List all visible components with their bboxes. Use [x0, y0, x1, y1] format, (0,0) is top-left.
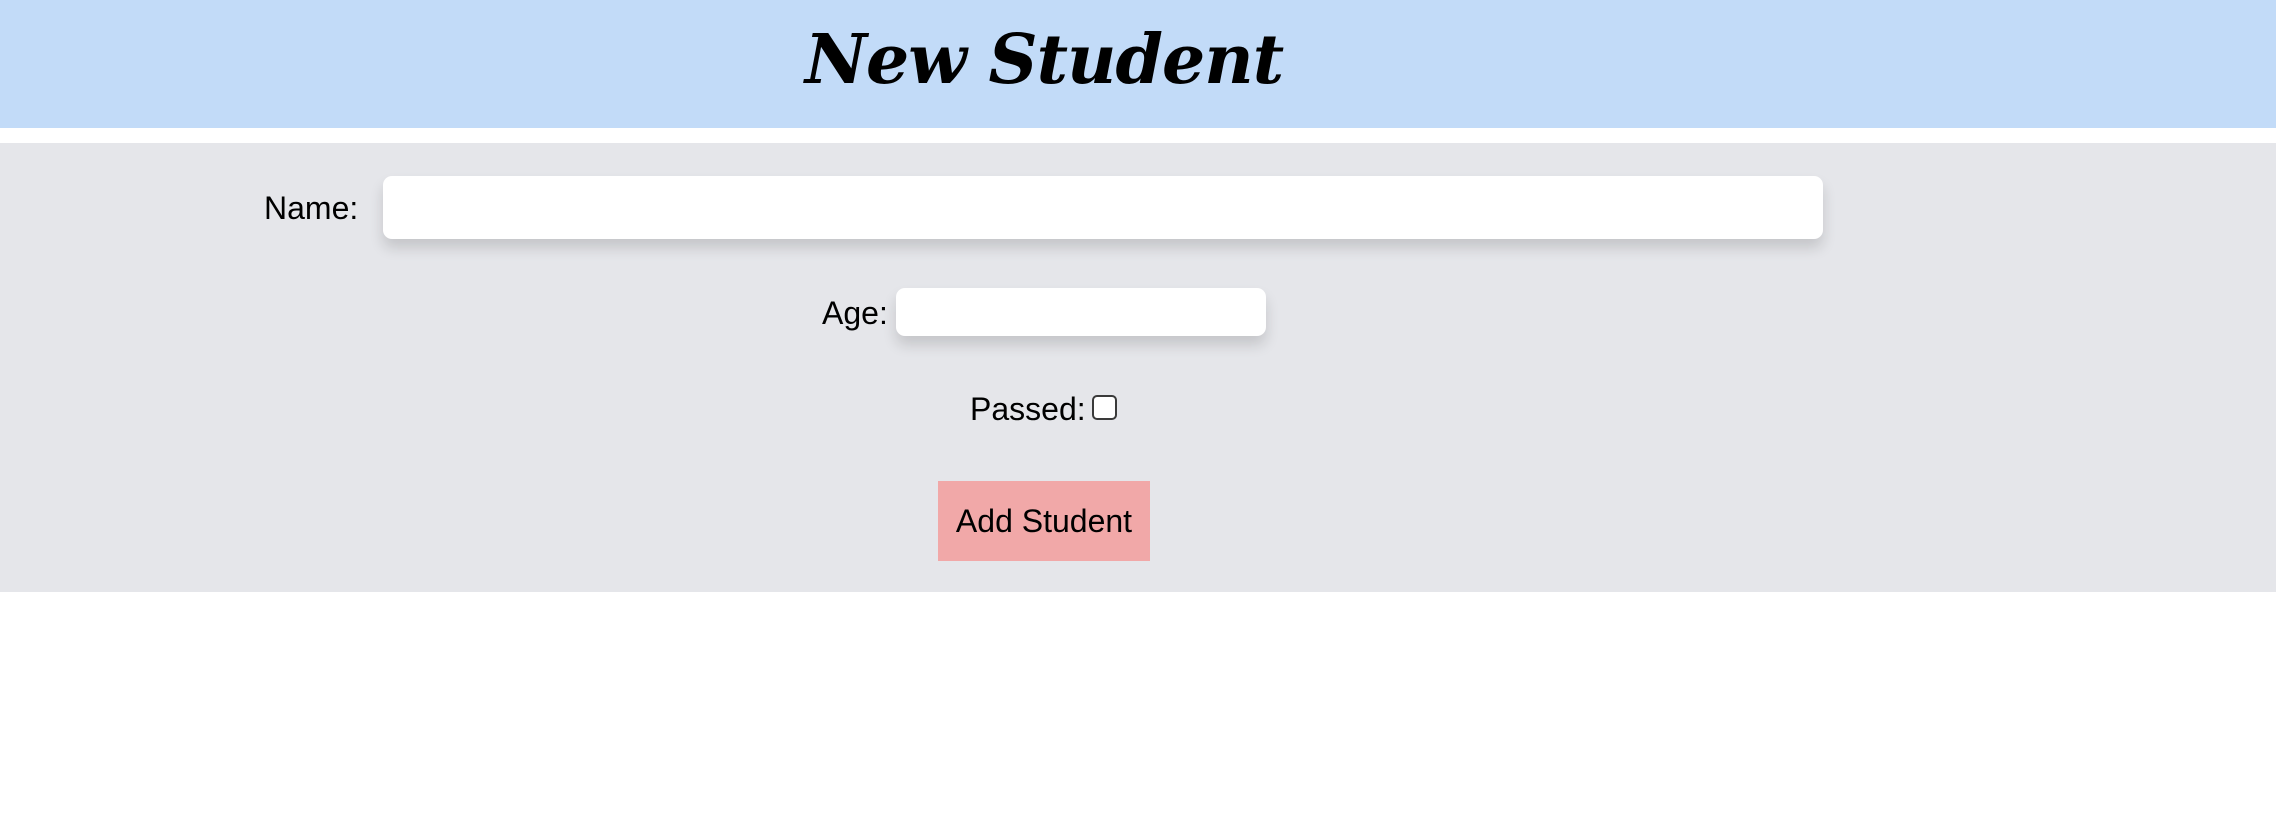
page-title: New Student [804, 20, 1284, 100]
page-header: New Student [0, 0, 2276, 128]
passed-label: Passed: [970, 391, 1086, 427]
passed-checkbox[interactable] [1092, 395, 1117, 420]
name-input[interactable] [383, 176, 1823, 239]
age-label: Age: [822, 295, 888, 331]
age-input[interactable] [896, 288, 1266, 336]
new-student-form: Name: Age: Passed: Add Student [0, 143, 2276, 592]
name-label: Name: [264, 190, 359, 226]
add-student-button[interactable]: Add Student [938, 481, 1150, 561]
